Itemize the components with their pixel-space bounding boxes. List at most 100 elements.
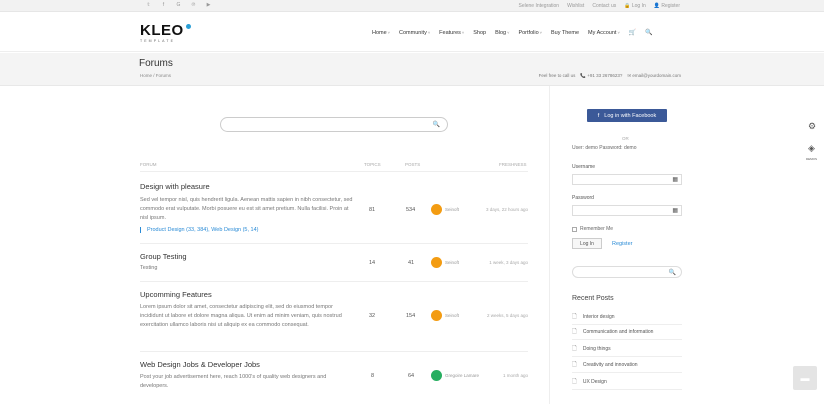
topic-count: 81 [369, 207, 376, 213]
remember-me[interactable]: Remember Me [572, 226, 613, 232]
document-icon: 🗋 [572, 329, 577, 335]
topic-count: 32 [369, 313, 376, 319]
nav-label: My Account [588, 29, 617, 36]
column-forum: FORUM [140, 162, 157, 167]
forum-description: Post your job advertisement here, reach … [140, 374, 327, 389]
chevron-down-icon: ˅ [507, 29, 510, 35]
social-links: 𝕥 f G ℗ ▶ [145, 2, 212, 8]
page-title: Forums [139, 58, 173, 69]
search-icon[interactable]: 🔍 [433, 121, 440, 128]
sidebar-search-input[interactable]: 🔍 [572, 266, 682, 278]
chevron-down-icon: ˅ [617, 29, 620, 35]
nav-label: Features [439, 29, 461, 36]
nav-community[interactable]: Community˅ [399, 30, 430, 36]
logo[interactable]: KLEO TEMPLATE [140, 22, 191, 43]
list-item[interactable]: 🗋 UX Design [572, 375, 682, 390]
nav-shop[interactable]: Shop [473, 30, 486, 36]
document-icon: 🗋 [572, 314, 577, 320]
forum-title[interactable]: Group Testing [140, 252, 187, 261]
forum-title[interactable]: Design with pleasure [140, 182, 210, 191]
chevron-down-icon: ˅ [461, 29, 465, 35]
keyboard-icon: ▦ [672, 208, 678, 214]
search-icon[interactable]: 🔍 [645, 29, 652, 36]
nav-label: Community [399, 29, 427, 36]
last-poster[interactable]: Seinoft [445, 207, 459, 212]
username-field[interactable]: ▦ [572, 174, 682, 185]
nav-label: Shop [473, 29, 487, 36]
chat-button[interactable]: ▬ [793, 366, 817, 390]
password-label: Password [572, 195, 594, 201]
column-topics: TOPICS [364, 162, 381, 167]
avatar[interactable] [431, 204, 442, 215]
contact-us-link[interactable]: Contact us [592, 3, 616, 9]
document-icon: 🗋 [572, 362, 577, 368]
freshness-time[interactable]: 3 days, 22 hours ago [458, 207, 528, 212]
avatar[interactable] [431, 310, 442, 321]
recent-post-title: Communication and information [582, 329, 654, 335]
freshness-time[interactable]: 2 weeks, 5 days ago [458, 313, 528, 318]
email[interactable]: ✉ email@yourdomain.com [627, 73, 681, 79]
youtube-icon[interactable]: ▶ [205, 2, 212, 8]
search-icon[interactable]: 🔍 [669, 269, 676, 276]
forum-search-input[interactable]: 🔍 [220, 117, 448, 132]
nav-buy-theme[interactable]: Buy Theme [551, 30, 579, 36]
layers-icon[interactable]: ◈ [808, 143, 815, 154]
freshness-time[interactable]: 1 month ago [458, 373, 528, 378]
remember-checkbox[interactable] [572, 226, 577, 232]
nav-label: Home [372, 29, 387, 36]
nav-portfolio[interactable]: Portfolio˅ [518, 30, 542, 36]
cart-icon[interactable]: 🛒 [629, 29, 636, 36]
login-link[interactable]: 🔒 Log In [624, 3, 646, 9]
nav-home[interactable]: Home˅ [372, 30, 390, 36]
recent-post-title: Doing things [582, 346, 611, 352]
breadcrumb[interactable]: Home / Forums [140, 73, 171, 78]
logo-text: KLEO [140, 22, 184, 39]
selene-integration-link[interactable]: Selene Integration [519, 3, 560, 9]
forum-title[interactable]: Upcomming Features [140, 290, 212, 299]
table-row: Group Testing Testing 14 41 Seinoft 1 we… [140, 244, 528, 282]
nav-my-account[interactable]: My Account˅ [588, 30, 620, 36]
list-item[interactable]: 🗋 Doing things [572, 342, 682, 357]
username-label: Username [572, 164, 596, 170]
forum-description: Sed vel tempor nisl, quis hendrerit ligu… [140, 197, 353, 221]
forum-title[interactable]: Web Design Jobs & Developer Jobs [140, 360, 260, 369]
avatar[interactable] [431, 370, 442, 381]
recent-post-title: Creativity and innovation [582, 362, 638, 368]
last-poster[interactable]: Seinoft [445, 313, 459, 318]
list-item[interactable]: 🗋 Creativity and innovation [572, 358, 682, 373]
freshness-time[interactable]: 1 week, 3 days ago [458, 260, 528, 265]
nav-label: Blog [495, 29, 507, 36]
facebook-icon[interactable]: f [160, 2, 167, 8]
wishlist-link[interactable]: Wishlist [567, 3, 584, 9]
last-poster[interactable]: Seinoft [445, 260, 459, 265]
password-field[interactable]: ▦ [572, 205, 682, 216]
list-item[interactable]: 🗋 Communication and information [572, 325, 682, 340]
post-count: 64 [408, 373, 415, 379]
topic-count: 8 [371, 373, 375, 379]
list-item[interactable]: 🗋 Interior design [572, 310, 682, 325]
nav-blog[interactable]: Blog˅ [495, 30, 509, 36]
document-icon: 🗋 [572, 379, 577, 385]
login-button[interactable]: Log In [572, 238, 602, 249]
register-link[interactable]: Register [612, 241, 632, 247]
subforum-links[interactable]: Product Design (33, 384), Web Design (5,… [140, 227, 258, 233]
nav-label: Buy Theme [550, 29, 580, 36]
forum-description: Lorem ipsum dolor sit amet, consectetur … [140, 304, 342, 328]
gear-icon[interactable]: ⚙ [808, 121, 816, 132]
logo-subtext: TEMPLATE [140, 39, 176, 43]
nav-features[interactable]: Features˅ [439, 30, 464, 36]
recent-post-title: Interior design [582, 314, 615, 320]
contact-info: Feel free to call us 📞 +91 33 2678623? ✉… [539, 73, 681, 79]
chevron-down-icon: ˅ [387, 29, 391, 35]
post-count: 534 [406, 207, 416, 213]
avatar[interactable] [431, 257, 442, 268]
twitter-icon[interactable]: 𝕥 [145, 2, 152, 8]
sidebar-divider [549, 86, 550, 404]
page-title-band: Forums Home / Forums Feel free to call u… [0, 53, 824, 86]
register-link[interactable]: 👤 Register [654, 3, 680, 9]
facebook-login-button[interactable]: f Log in with Facebook [587, 109, 667, 122]
top-links: Selene Integration Wishlist Contact us 🔒… [519, 3, 681, 9]
remember-label: Remember Me [580, 226, 614, 232]
pinterest-icon[interactable]: ℗ [190, 2, 197, 8]
google-icon[interactable]: G [175, 2, 182, 8]
